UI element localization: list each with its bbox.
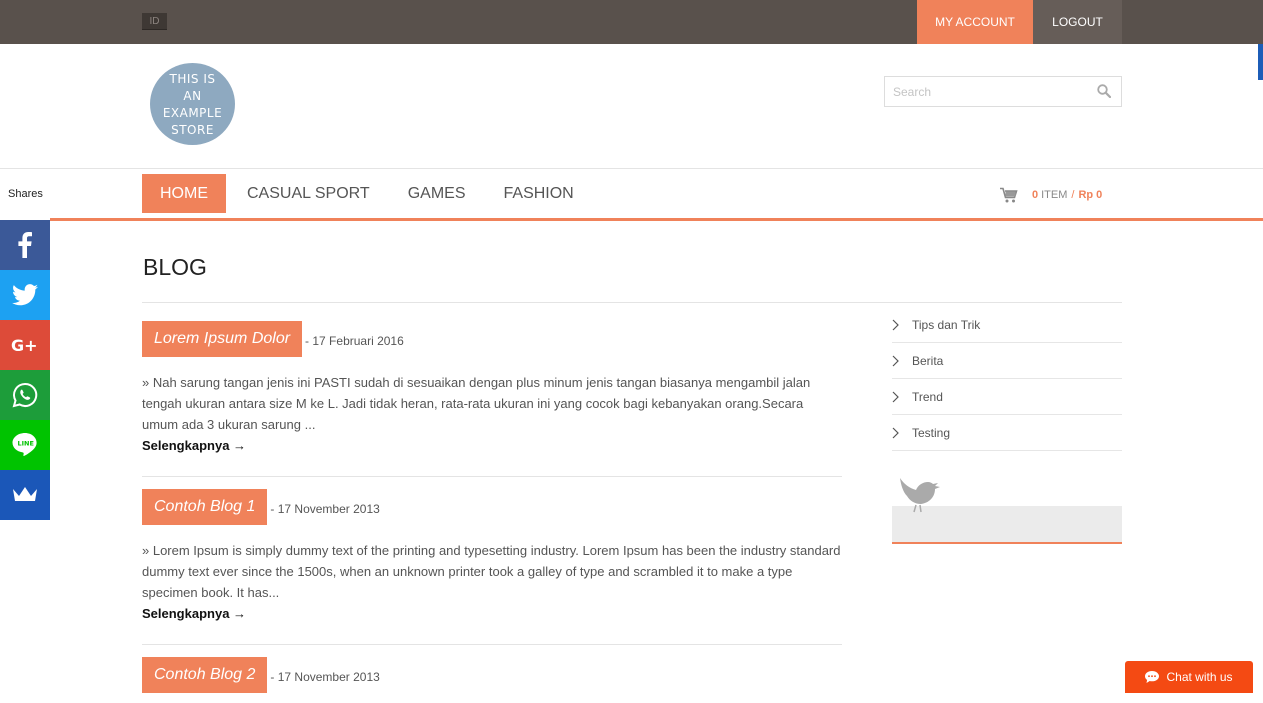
blog-post: Contoh Blog 1 - 17 November 2013 » Lorem… xyxy=(142,489,842,624)
header-divider xyxy=(0,168,1263,169)
twitter-widget-border xyxy=(892,542,1122,544)
category-item[interactable]: Berita xyxy=(892,343,1122,379)
chevron-right-icon xyxy=(892,319,899,330)
share-facebook-button[interactable] xyxy=(0,220,50,270)
my-account-button[interactable]: MY ACCOUNT xyxy=(917,0,1033,44)
share-whatsapp-button[interactable] xyxy=(0,370,50,420)
category-list: Tips dan Trik Berita Trend Testing xyxy=(892,307,1122,451)
post-date: - 17 November 2013 xyxy=(270,501,380,516)
post-title-link[interactable]: Contoh Blog 1 xyxy=(142,489,268,525)
twitter-icon xyxy=(12,284,38,306)
nav-item-casual-sport[interactable]: CASUAL SPORT xyxy=(228,174,389,213)
share-line-button[interactable]: LINE xyxy=(0,420,50,470)
shares-label: Shares xyxy=(8,188,43,200)
chevron-right-icon xyxy=(892,355,899,366)
cart-total: 0 xyxy=(1096,189,1103,201)
title-divider xyxy=(142,302,1122,303)
search-input[interactable] xyxy=(885,77,1085,106)
cart-currency: Rp xyxy=(1078,189,1094,201)
line-icon: LINE xyxy=(12,433,37,456)
svg-text:G+: G+ xyxy=(11,336,38,354)
top-bar: ID MY ACCOUNT LOGOUT xyxy=(0,0,1263,44)
category-item[interactable]: Tips dan Trik xyxy=(892,307,1122,343)
post-date: - 17 Februari 2016 xyxy=(305,333,404,348)
scroll-indicator xyxy=(1258,44,1263,80)
whatsapp-icon xyxy=(12,382,38,408)
post-date: - 17 November 2013 xyxy=(270,669,380,684)
nav-item-fashion[interactable]: FASHION xyxy=(485,174,593,213)
chat-label: Chat with us xyxy=(1166,670,1233,684)
twitter-widget xyxy=(892,470,1122,544)
page-title: BLOG xyxy=(143,254,207,280)
store-logo[interactable]: THIS IS AN EXAMPLE STORE xyxy=(150,63,235,145)
chevron-right-icon xyxy=(892,391,899,402)
read-more-link[interactable]: Selengkapnya → xyxy=(142,603,842,624)
post-excerpt: » Lorem Ipsum is simply dummy text of th… xyxy=(142,543,841,600)
share-sidebar: G+ LINE xyxy=(0,220,50,520)
post-title-link[interactable]: Contoh Blog 2 xyxy=(142,657,268,693)
cart-count: 0 xyxy=(1032,189,1039,201)
nav-item-games[interactable]: GAMES xyxy=(389,174,485,213)
google-plus-icon: G+ xyxy=(11,336,38,354)
cart-separator: / xyxy=(1071,189,1075,201)
language-selector[interactable]: ID xyxy=(142,13,167,30)
blog-post: Lorem Ipsum Dolor - 17 Februari 2016 » N… xyxy=(142,321,842,456)
nav-item-home[interactable]: HOME xyxy=(142,174,226,213)
crown-icon xyxy=(13,487,37,501)
blog-post: Contoh Blog 2 - 17 November 2013 xyxy=(142,657,842,693)
share-twitter-button[interactable] xyxy=(0,270,50,320)
chat-button[interactable]: Chat with us xyxy=(1125,661,1253,693)
cart-icon xyxy=(1000,187,1018,203)
search-box xyxy=(884,76,1122,107)
svg-text:LINE: LINE xyxy=(18,440,34,448)
category-item[interactable]: Trend xyxy=(892,379,1122,415)
cart-item-label: ITEM xyxy=(1041,189,1068,201)
share-google-plus-button[interactable]: G+ xyxy=(0,320,50,370)
post-title-link[interactable]: Lorem Ipsum Dolor xyxy=(142,321,303,357)
post-divider xyxy=(142,476,842,477)
nav-divider xyxy=(50,218,1263,221)
search-icon[interactable] xyxy=(1097,84,1111,98)
bird-icon xyxy=(900,478,940,513)
post-divider xyxy=(142,644,842,645)
main-nav: HOME CASUAL SPORT GAMES FASHION xyxy=(142,174,593,213)
share-sumome-button[interactable] xyxy=(0,470,50,520)
post-excerpt: » Nah sarung tangan jenis ini PASTI suda… xyxy=(142,375,811,432)
chevron-right-icon xyxy=(892,427,899,438)
chat-bubble-icon xyxy=(1145,671,1160,683)
logout-button[interactable]: LOGOUT xyxy=(1033,0,1122,44)
cart-summary[interactable]: 0 ITEM / Rp 0 xyxy=(1000,185,1105,205)
category-item[interactable]: Testing xyxy=(892,415,1122,451)
read-more-link[interactable]: Selengkapnya → xyxy=(142,435,842,456)
facebook-icon xyxy=(18,232,32,258)
